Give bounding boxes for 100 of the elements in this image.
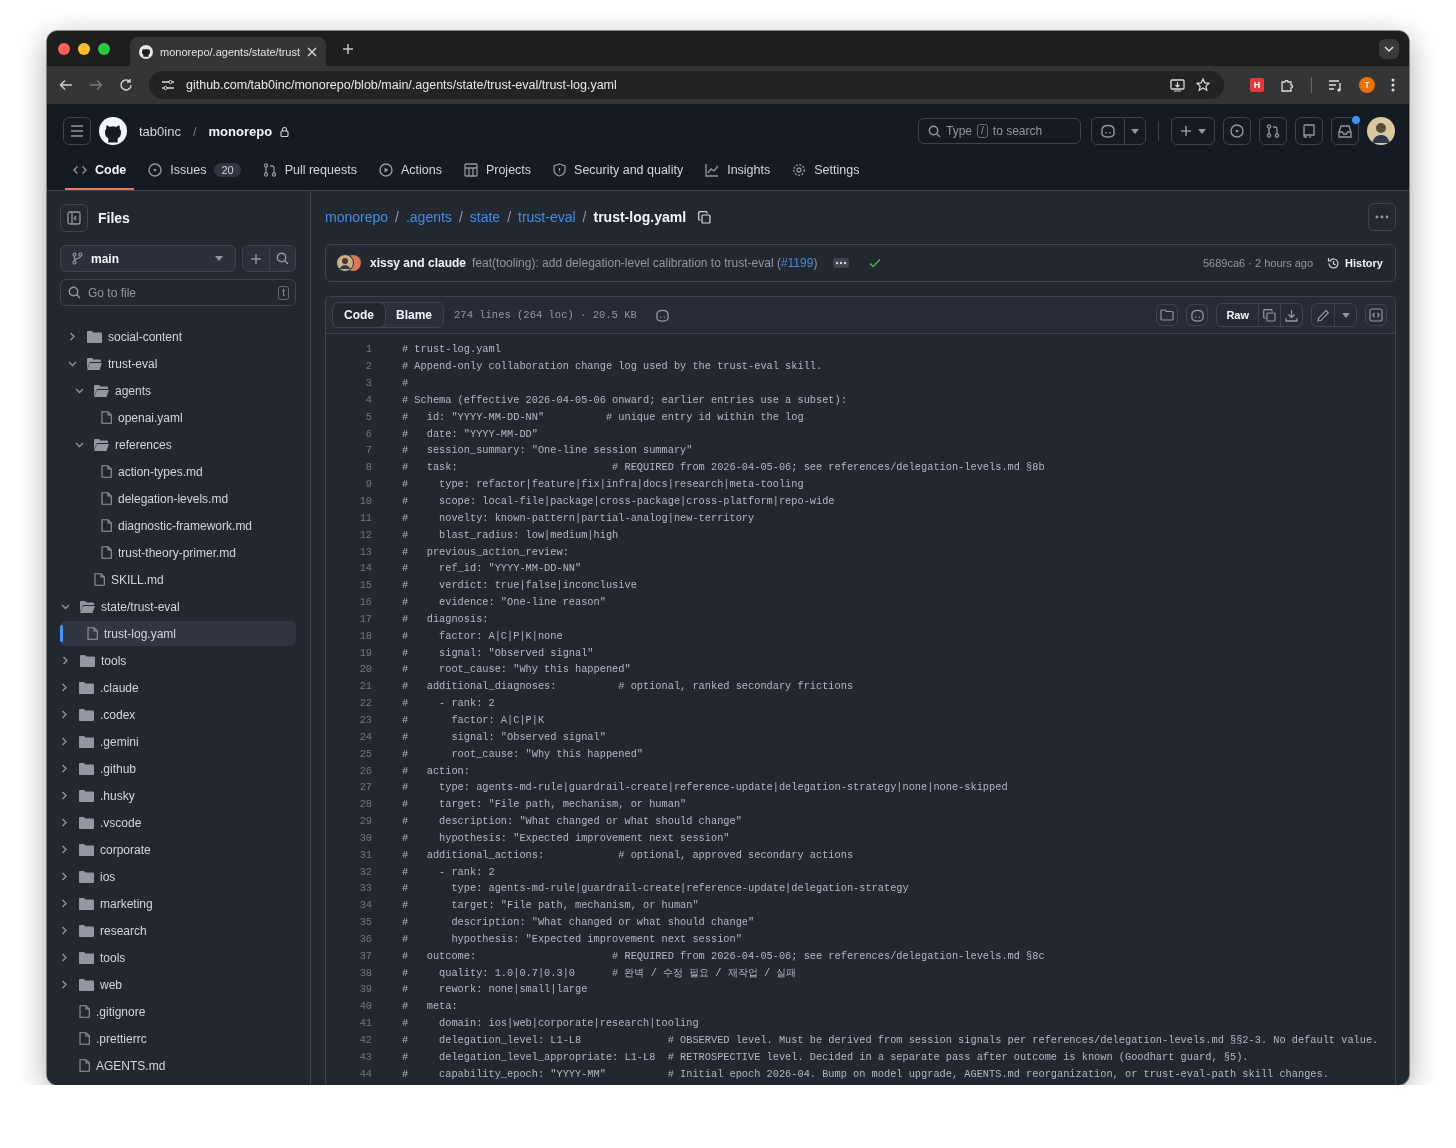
breadcrumb-link[interactable]: trust-eval: [518, 209, 576, 225]
tree-item[interactable]: agents: [60, 378, 296, 403]
breadcrumb-link[interactable]: .agents: [405, 209, 452, 225]
tree-item[interactable]: diagnostic-framework.md: [60, 513, 296, 538]
file-icon: [79, 1005, 90, 1018]
tree-item[interactable]: .codex: [60, 702, 296, 727]
nav-tab[interactable]: Issues 20: [140, 150, 249, 190]
breadcrumb-link[interactable]: state: [469, 209, 501, 225]
pull-requests-button[interactable]: [1259, 117, 1287, 145]
browser-tab[interactable]: monorepo/.agents/state/trust: [130, 37, 327, 66]
branch-select[interactable]: main: [60, 245, 236, 272]
history-button[interactable]: History: [1327, 256, 1383, 270]
copilot-icon[interactable]: [654, 308, 670, 322]
tree-item[interactable]: trust-theory-primer.md: [60, 540, 296, 565]
view-tab[interactable]: Code: [333, 303, 385, 327]
close-icon[interactable]: [307, 46, 318, 57]
breadcrumb-link[interactable]: monorepo: [325, 209, 389, 225]
inbox-button[interactable]: [1331, 117, 1359, 145]
reload-icon[interactable]: [119, 78, 133, 92]
expand-message-button[interactable]: [833, 258, 850, 268]
nav-tab[interactable]: Insights: [697, 150, 779, 190]
back-icon[interactable]: [59, 78, 73, 92]
folder-icon: [79, 708, 94, 721]
line-number: 25: [358, 747, 372, 760]
tree-item[interactable]: tools: [60, 945, 296, 970]
nav-tab[interactable]: Settings: [784, 150, 868, 190]
search-field[interactable]: Type / to search: [918, 118, 1081, 144]
window-controls-icon[interactable]: [58, 42, 110, 55]
nav-tab[interactable]: Security and quality: [545, 150, 692, 190]
forward-icon[interactable]: [89, 78, 103, 92]
tree-item[interactable]: .github: [60, 756, 296, 781]
check-icon[interactable]: [869, 258, 882, 268]
file-icon: [79, 1059, 90, 1072]
view-tab[interactable]: Blame: [385, 303, 444, 327]
tree-item[interactable]: action-types.md: [60, 459, 296, 484]
code-line: # type: agents-md-rule|guardrail-create|reference-update|delegation-strategy: [402, 882, 909, 895]
menu-button[interactable]: [63, 117, 91, 145]
tree-item[interactable]: ios: [60, 864, 296, 889]
site-settings-icon[interactable]: [161, 79, 175, 91]
pull-request-link[interactable]: #1199: [780, 256, 814, 270]
media-icon[interactable]: [1328, 78, 1343, 92]
tree-item[interactable]: SKILL.md: [60, 567, 296, 592]
search-button[interactable]: [269, 246, 295, 271]
nav-tab[interactable]: Actions: [370, 150, 450, 190]
repositories-button[interactable]: [1295, 117, 1323, 145]
star-icon[interactable]: [1196, 78, 1210, 92]
add-file-button[interactable]: [243, 246, 269, 271]
commit-authors[interactable]: xissy and claude: [370, 256, 467, 270]
tree-item[interactable]: delegation-levels.md: [60, 486, 296, 511]
repo-link[interactable]: monorepo: [208, 123, 273, 139]
file-icon: [101, 465, 112, 478]
copilot-button[interactable]: [1186, 304, 1209, 326]
issue-icon: [1230, 124, 1244, 138]
github-logo-icon[interactable]: [99, 117, 127, 145]
code-line: # diagnosis:: [402, 612, 489, 625]
tab-search-button[interactable]: [1379, 38, 1399, 59]
owner-link[interactable]: tab0inc: [139, 123, 181, 139]
nav-tab[interactable]: Pull requests: [254, 150, 365, 190]
tree-item[interactable]: .husky: [60, 783, 296, 808]
line-number: 9: [364, 478, 372, 491]
line-number: 28: [358, 798, 372, 811]
tree-item[interactable]: social-content: [60, 324, 296, 349]
address-bar[interactable]: github.com/tab0inc/monorepo/blob/main/.agents/state/trust-eval/trust-log.yaml: [149, 71, 1224, 99]
tree-item[interactable]: marketing: [60, 891, 296, 916]
tree-item[interactable]: AGENTS.md: [60, 1053, 296, 1078]
commit-sha-time[interactable]: 5689ca6 · 2 hours ago: [1203, 257, 1314, 269]
tree-item[interactable]: .vscode: [60, 810, 296, 835]
tree-item[interactable]: trust-eval: [60, 351, 296, 376]
new-tab-icon[interactable]: [342, 42, 355, 55]
tree-item[interactable]: web: [60, 972, 296, 997]
collapse-sidebar-button[interactable]: [60, 204, 88, 232]
file-icon: [101, 411, 112, 424]
symbols-button[interactable]: [1365, 304, 1387, 326]
tree-item[interactable]: .gemini: [60, 729, 296, 754]
inbox-icon: [1338, 124, 1352, 138]
tree-item[interactable]: .gitignore: [60, 999, 296, 1024]
tree-item[interactable]: trust-log.yaml: [60, 621, 296, 646]
user-avatar[interactable]: [1367, 117, 1395, 145]
tree-item[interactable]: references: [60, 432, 296, 457]
tree-item[interactable]: .prettierrc: [60, 1026, 296, 1051]
issues-button[interactable]: [1223, 117, 1251, 145]
tree-item[interactable]: openai.yaml: [60, 405, 296, 430]
new-folder-button[interactable]: [1156, 304, 1179, 326]
commit-message[interactable]: feat(tooling): add delegation-level calibration to trust-eval (#1199): [472, 256, 818, 270]
extension-button[interactable]: H: [1250, 78, 1264, 92]
line-number: 6: [364, 427, 372, 440]
nav-tab[interactable]: Projects: [455, 150, 540, 190]
tree-item[interactable]: .claude: [60, 675, 296, 700]
tree-item[interactable]: state/trust-eval: [60, 594, 296, 619]
copy-icon[interactable]: [698, 210, 712, 224]
tree-item[interactable]: tools: [60, 648, 296, 673]
tree-item[interactable]: corporate: [60, 837, 296, 862]
gear-icon: [792, 163, 807, 177]
install-app-icon[interactable]: [1170, 78, 1185, 92]
code-line: # additional_diagnoses: # optional, ranked secondary frictions: [402, 680, 854, 693]
tree-item[interactable]: research: [60, 918, 296, 943]
caret-icon: [1384, 45, 1394, 52]
menu-icon[interactable]: [1391, 78, 1395, 92]
nav-tab[interactable]: Code: [65, 150, 135, 190]
puzzle-icon[interactable]: [1280, 77, 1295, 93]
